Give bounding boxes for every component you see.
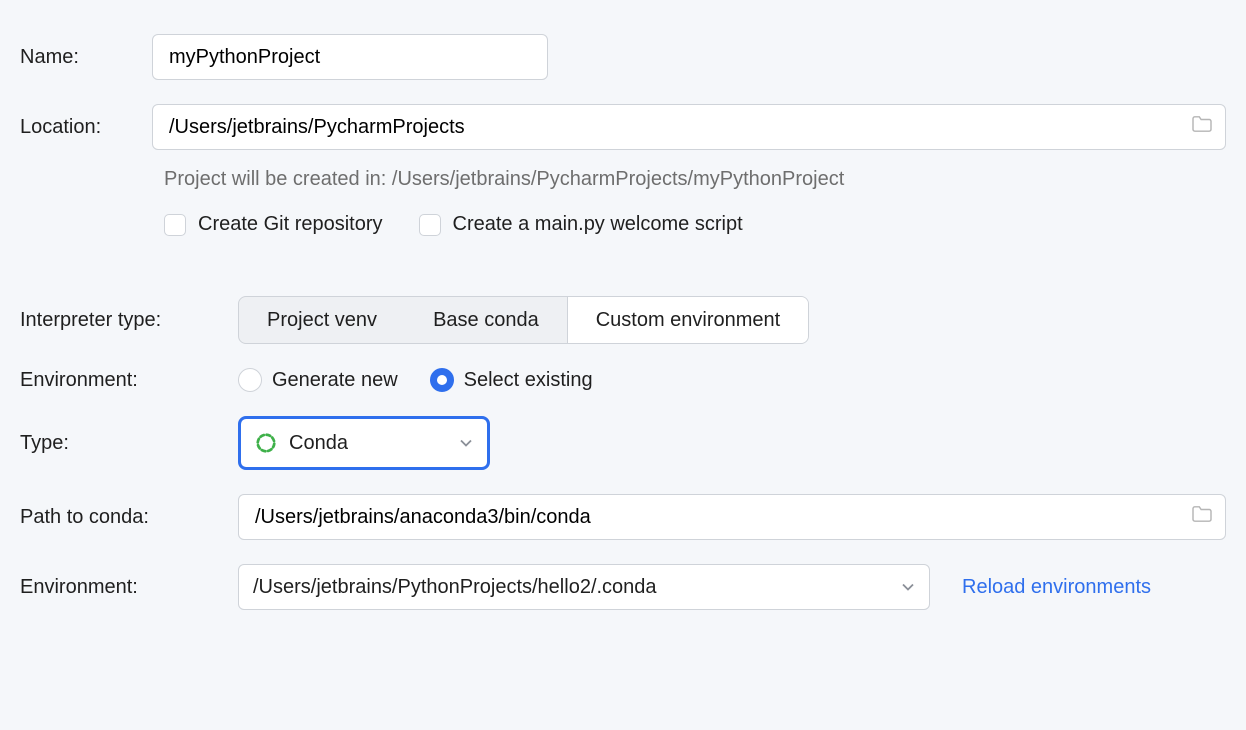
- folder-icon[interactable]: [1191, 505, 1213, 529]
- name-input[interactable]: [167, 45, 533, 70]
- type-row: Type: Conda: [20, 416, 1226, 470]
- create-mainpy-checkbox[interactable]: Create a main.py welcome script: [419, 213, 743, 236]
- location-row: Location:: [20, 104, 1226, 150]
- segment-base-conda[interactable]: Base conda: [405, 297, 567, 343]
- checkbox-box: [419, 214, 441, 236]
- path-to-conda-input[interactable]: [253, 505, 1211, 530]
- create-git-checkbox[interactable]: Create Git repository: [164, 213, 383, 236]
- environment-mode-label: Environment:: [20, 369, 238, 392]
- environment-path-label: Environment:: [20, 576, 238, 599]
- radio-select-existing-label: Select existing: [464, 369, 593, 392]
- interpreter-type-row: Interpreter type: Project venv Base cond…: [20, 296, 1226, 344]
- name-row: Name:: [20, 34, 1226, 80]
- type-combo[interactable]: Conda: [238, 416, 490, 470]
- radio-dot: [238, 368, 262, 392]
- options-row: Create Git repository Create a main.py w…: [164, 213, 1226, 236]
- create-git-label: Create Git repository: [198, 213, 383, 236]
- project-path-hint: Project will be created in: /Users/jetbr…: [164, 168, 1226, 191]
- checkbox-box: [164, 214, 186, 236]
- conda-icon: [255, 432, 277, 454]
- radio-generate-new-label: Generate new: [272, 369, 398, 392]
- name-label: Name:: [20, 46, 152, 69]
- location-input[interactable]: [167, 115, 1211, 140]
- path-to-conda-label: Path to conda:: [20, 506, 238, 529]
- create-mainpy-label: Create a main.py welcome script: [453, 213, 743, 236]
- environment-select[interactable]: /Users/jetbrains/PythonProjects/hello2/.…: [238, 564, 930, 610]
- radio-generate-new[interactable]: Generate new: [238, 368, 398, 392]
- environment-path-row: Environment: /Users/jetbrains/PythonProj…: [20, 564, 1226, 610]
- location-input-wrapper: [152, 104, 1226, 150]
- chevron-down-icon: [901, 576, 915, 599]
- chevron-down-icon: [459, 432, 473, 455]
- segment-custom-environment[interactable]: Custom environment: [567, 297, 809, 343]
- segment-project-venv[interactable]: Project venv: [239, 297, 405, 343]
- interpreter-type-label: Interpreter type:: [20, 309, 238, 332]
- new-project-dialog: Name: Location: Project will be created …: [0, 0, 1246, 730]
- location-label: Location:: [20, 116, 152, 139]
- type-value: Conda: [289, 432, 348, 455]
- name-input-wrapper: [152, 34, 548, 80]
- environment-select-value: /Users/jetbrains/PythonProjects/hello2/.…: [253, 576, 657, 599]
- folder-icon[interactable]: [1191, 115, 1213, 139]
- type-label: Type:: [20, 432, 238, 455]
- interpreter-type-segmented: Project venv Base conda Custom environme…: [238, 296, 809, 344]
- reload-environments-link[interactable]: Reload environments: [962, 576, 1151, 599]
- environment-mode-row: Environment: Generate new Select existin…: [20, 368, 1226, 392]
- radio-select-existing[interactable]: Select existing: [430, 368, 593, 392]
- path-to-conda-row: Path to conda:: [20, 494, 1226, 540]
- path-to-conda-input-wrapper: [238, 494, 1226, 540]
- radio-dot: [430, 368, 454, 392]
